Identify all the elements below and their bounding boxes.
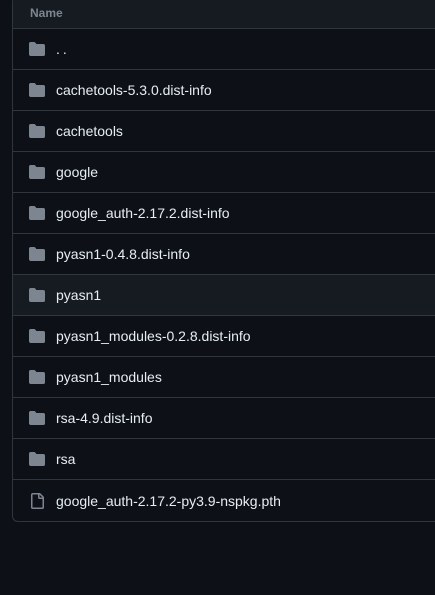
folder-icon xyxy=(29,205,45,221)
row-label[interactable]: rsa xyxy=(56,451,75,467)
row-label[interactable]: google xyxy=(56,164,98,180)
folder-icon xyxy=(29,41,45,57)
folder-icon xyxy=(29,123,45,139)
row-folder[interactable]: google xyxy=(13,152,435,193)
folder-icon xyxy=(29,82,45,98)
row-folder[interactable]: cachetools-5.3.0.dist-info xyxy=(13,70,435,111)
row-label[interactable]: .. xyxy=(56,41,70,57)
table-header: Name xyxy=(13,0,435,29)
file-table: Name .. cachetools-5.3.0.dist-info cache… xyxy=(12,0,435,522)
row-folder[interactable]: pyasn1_modules-0.2.8.dist-info xyxy=(13,316,435,357)
row-label[interactable]: pyasn1 xyxy=(56,287,101,303)
folder-icon xyxy=(29,451,45,467)
folder-icon xyxy=(29,287,45,303)
folder-icon xyxy=(29,328,45,344)
folder-icon xyxy=(29,410,45,426)
folder-icon xyxy=(29,369,45,385)
folder-icon xyxy=(29,164,45,180)
row-folder[interactable]: rsa xyxy=(13,439,435,480)
row-label[interactable]: cachetools-5.3.0.dist-info xyxy=(56,82,212,98)
row-folder[interactable]: pyasn1 xyxy=(13,275,435,316)
row-folder[interactable]: google_auth-2.17.2.dist-info xyxy=(13,193,435,234)
row-parent-directory[interactable]: .. xyxy=(13,29,435,70)
folder-icon xyxy=(29,246,45,262)
row-folder[interactable]: pyasn1-0.4.8.dist-info xyxy=(13,234,435,275)
row-label[interactable]: cachetools xyxy=(56,123,123,139)
row-label[interactable]: google_auth-2.17.2-py3.9-nspkg.pth xyxy=(56,493,281,509)
row-label[interactable]: google_auth-2.17.2.dist-info xyxy=(56,205,230,221)
row-folder[interactable]: cachetools xyxy=(13,111,435,152)
row-folder[interactable]: pyasn1_modules xyxy=(13,357,435,398)
column-header-name: Name xyxy=(30,5,63,20)
row-folder[interactable]: rsa-4.9.dist-info xyxy=(13,398,435,439)
row-label[interactable]: pyasn1_modules xyxy=(56,369,162,385)
row-file[interactable]: google_auth-2.17.2-py3.9-nspkg.pth xyxy=(13,480,435,521)
row-label[interactable]: rsa-4.9.dist-info xyxy=(56,410,152,426)
file-icon xyxy=(29,492,45,509)
row-label[interactable]: pyasn1-0.4.8.dist-info xyxy=(56,246,190,262)
row-label[interactable]: pyasn1_modules-0.2.8.dist-info xyxy=(56,328,251,344)
